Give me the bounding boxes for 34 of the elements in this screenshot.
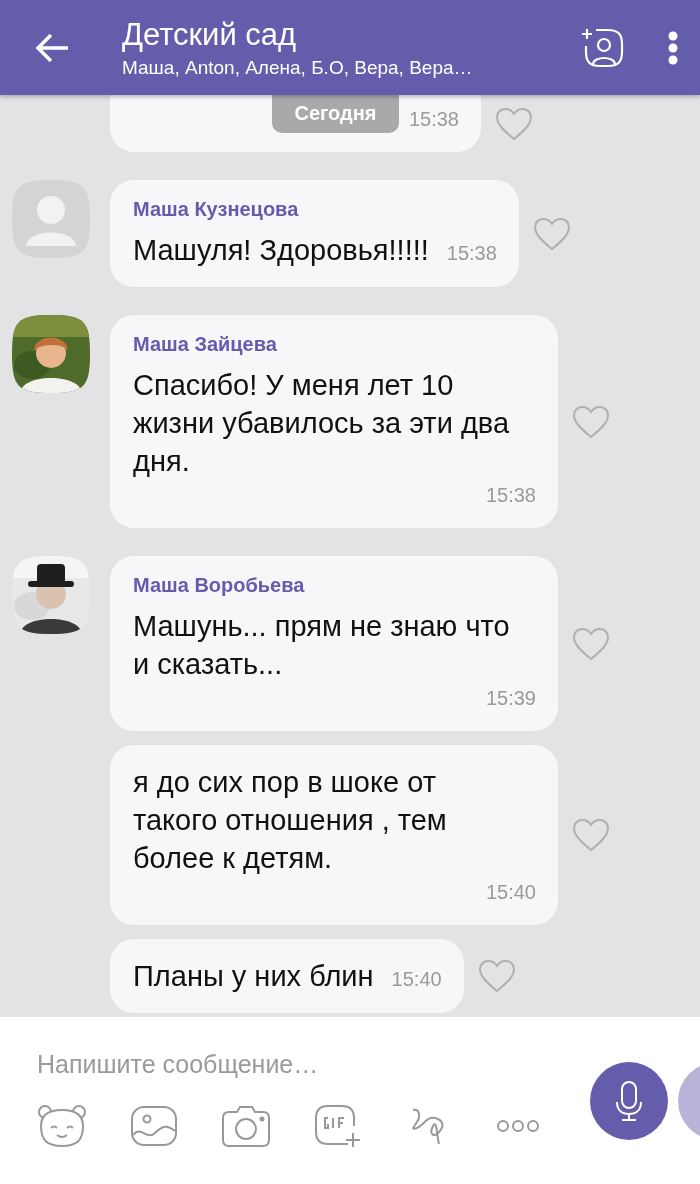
message-time: 15:40 — [485, 880, 536, 905]
sender-name: Маша Кузнецова — [133, 198, 300, 221]
more-options-button[interactable] — [496, 1119, 540, 1133]
sticker-button[interactable] — [37, 1104, 87, 1148]
message-time: 15:40 — [391, 967, 442, 992]
bear-face-icon — [37, 1104, 87, 1148]
message-text: Планы у них блин — [133, 959, 374, 994]
heart-icon[interactable] — [477, 959, 516, 993]
message-text: Машунь... прям не знаю что и сказать... — [133, 609, 511, 682]
camera-icon — [221, 1104, 271, 1148]
chat-title: Детский сад — [122, 16, 298, 53]
message-time: 15:38 — [446, 241, 497, 266]
back-arrow-icon — [34, 31, 70, 64]
message-text: Машуля! Здоровья!!!!! — [133, 233, 429, 268]
sender-name: Маша Зайцева — [133, 333, 278, 356]
more-vertical-icon — [668, 30, 678, 65]
heart-icon[interactable] — [572, 626, 610, 661]
camera-button[interactable] — [221, 1104, 271, 1148]
image-icon — [130, 1105, 178, 1147]
gallery-button[interactable] — [130, 1105, 178, 1147]
heart-icon[interactable] — [532, 216, 571, 251]
message-time: 15:38 — [485, 483, 536, 508]
message-text: Спасибо! У меня лет 10 жизни убавилось за эти два дня. — [133, 368, 511, 479]
heart-icon[interactable] — [495, 106, 533, 141]
microphone-icon — [614, 1080, 644, 1122]
more-horizontal-icon — [496, 1119, 540, 1133]
message-text: я до сих пор в шоке от такого отношения , тем более к детям. — [133, 765, 448, 876]
message-time: 15:39 — [485, 686, 536, 711]
sender-name: Маша Воробьева — [133, 574, 306, 597]
heart-icon[interactable] — [572, 404, 610, 439]
heart-icon[interactable] — [572, 818, 610, 852]
participants-list: Маша, Anton, Алена, Б.О, Вера, Вера… — [122, 56, 576, 79]
avatar-placeholder-icon — [12, 180, 90, 258]
message-time: 15:38 — [408, 107, 459, 132]
